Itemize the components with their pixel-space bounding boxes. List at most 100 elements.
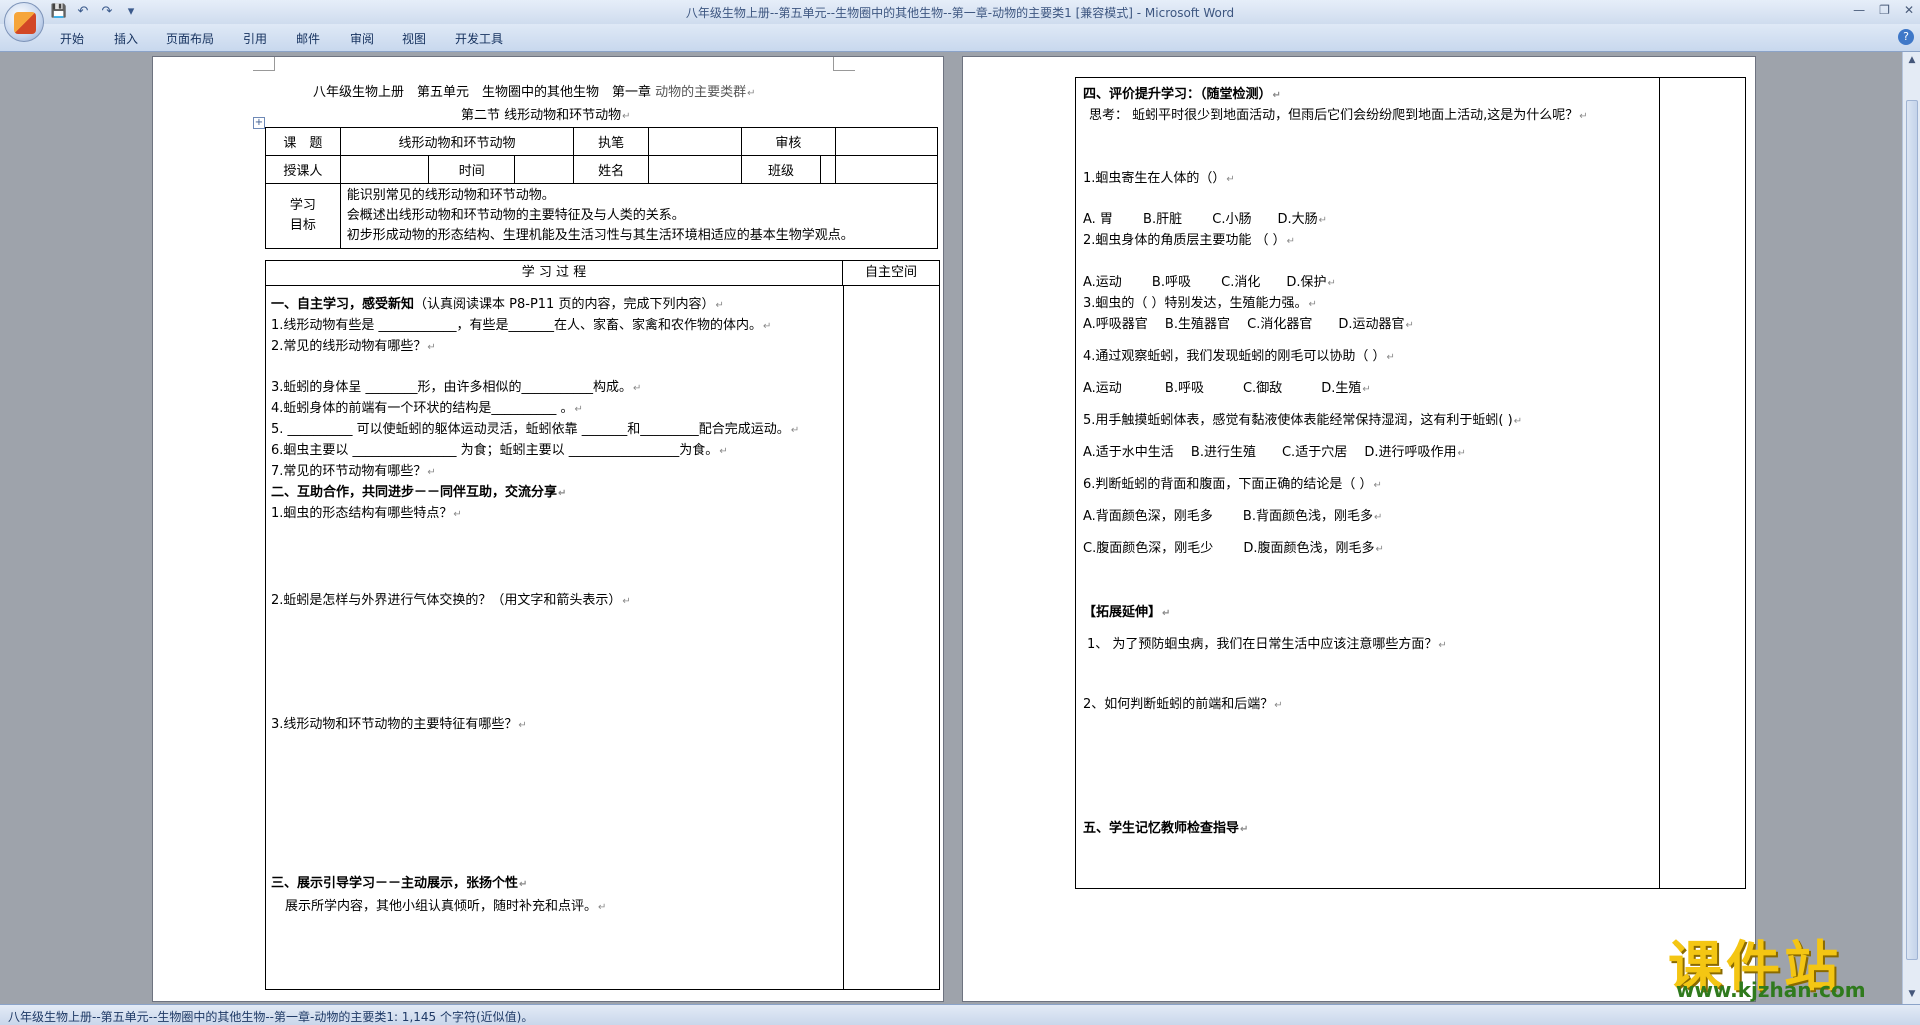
class-label: 班级 <box>740 155 822 184</box>
section5-heading: 五、学生记忆教师检查指导↵ <box>1083 821 1249 836</box>
question-line: 1.蛔虫的形态结构有哪些特点？↵ <box>271 506 462 521</box>
question-line: 7.常见的环节动物有哪些？↵ <box>271 464 436 479</box>
document-page-1: 八年级生物上册 第五单元 生物圈中的其他生物 第一章 动物的主要类群↵ 第二节 … <box>152 56 944 1002</box>
topic-value: 线形动物和环节动物 <box>339 127 575 156</box>
document-title: 八年级生物上册--第五单元--生物圈中的其他生物--第一章-动物的主要类1 [兼… <box>685 6 1145 20</box>
app-name: Microsoft Word <box>1144 6 1235 20</box>
paragraph-mark: ↵ <box>1373 480 1382 491</box>
section1-heading: 一、自主学习，感受新知（认真阅读课本 P8-P11 页的内容，完成下列内容）↵ <box>271 297 724 312</box>
time-value <box>514 155 575 184</box>
paragraph-mark: ↵ <box>1362 384 1371 395</box>
time-label: 时间 <box>428 155 516 184</box>
minimize-icon[interactable]: — <box>1853 3 1865 17</box>
tab-developer[interactable]: 开发工具 <box>455 30 503 47</box>
paragraph-mark: ↵ <box>1375 544 1384 555</box>
section2-heading: 二、互助合作，共同进步－－同伴互助，交流分享↵ <box>271 485 567 500</box>
paragraph-mark: ↵ <box>1272 90 1281 101</box>
tab-references[interactable]: 引用 <box>243 30 267 47</box>
goal-item: 能识别常见的线形动物和环节动物。 <box>346 188 555 203</box>
writer-label: 执笔 <box>573 127 649 156</box>
class-value-left <box>820 155 836 184</box>
paragraph-mark: ↵ <box>1405 320 1414 331</box>
status-text: 八年级生物上册--第五单元--生物圈中的其他生物--第一章-动物的主要类1: 1… <box>8 1010 534 1024</box>
help-icon[interactable]: ? <box>1898 29 1914 45</box>
mc-options: A. 胃 B.肝脏 C.小肠 D.大肠↵ <box>1083 212 1327 227</box>
mc-options: A.呼吸器官 B.生殖器官 C.消化器官 D.运动器官↵ <box>1083 317 1414 332</box>
close-icon[interactable]: ✕ <box>1904 3 1914 17</box>
tab-page-layout[interactable]: 页面布局 <box>166 30 214 47</box>
paragraph-mark: ↵ <box>719 446 728 457</box>
paragraph-mark: ↵ <box>519 879 528 890</box>
class-value <box>834 155 939 184</box>
column-divider <box>1659 78 1660 888</box>
extend-question: 2、如何判断蚯蚓的前端和后端？↵ <box>1083 697 1283 712</box>
window-controls: — ❐ ✕ <box>1853 3 1914 17</box>
topic-label: 课 题 <box>265 127 341 156</box>
watermark-url: www.kjzhan.com <box>1676 978 1866 1002</box>
mc-question: 4.通过观察蚯蚓，我们发现蚯蚓的刚毛可以协助（ ）↵ <box>1083 349 1395 364</box>
paragraph-mark: ↵ <box>622 596 631 607</box>
mc-options: A.运动 B.呼吸 C.御敌 D.生殖↵ <box>1083 381 1371 396</box>
paragraph-mark: ↵ <box>1438 640 1447 651</box>
doc-title: 八年级生物上册 第五单元 生物圈中的其他生物 第一章 动物的主要类群↵ <box>313 85 756 100</box>
paragraph-mark: ↵ <box>427 342 436 353</box>
review-label: 审核 <box>740 127 836 156</box>
extend-question: 1、 为了预防蛔虫病，我们在日常生活中应该注意哪些方面？↵ <box>1087 637 1447 652</box>
section4-heading: 四、评价提升学习：（随堂检测）↵ <box>1083 87 1281 102</box>
space-header: 自主空间 <box>843 261 939 286</box>
paragraph-mark: ↵ <box>1386 352 1395 363</box>
status-bar: 八年级生物上册--第五单元--生物圈中的其他生物--第一章-动物的主要类1: 1… <box>0 1004 1920 1025</box>
margin-corner-mark <box>253 57 275 71</box>
teacher-value <box>339 155 430 184</box>
goal-item: 会概述出线形动物和环节动物的主要特征及与人类的关系。 <box>346 208 685 223</box>
tab-view[interactable]: 视图 <box>402 30 426 47</box>
mc-question: 6.判断蚯蚓的背面和腹面，下面正确的结论是（ ）↵ <box>1083 477 1382 492</box>
mc-question: 2.蛔虫身体的角质层主要功能 （ ）↵ <box>1083 233 1296 248</box>
paragraph-mark: ↵ <box>1274 700 1283 711</box>
paragraph-mark: ↵ <box>715 300 724 311</box>
tab-review[interactable]: 审阅 <box>350 30 374 47</box>
mc-question: 5.用手触摸蚯蚓体表，感觉有黏液使体表能经常保持湿润，这有利于蚯蚓( )↵ <box>1083 413 1523 428</box>
paragraph-mark: ↵ <box>558 488 567 499</box>
paragraph-mark: ↵ <box>1457 448 1466 459</box>
question-line: 4.蚯蚓身体的前端有一个环状的结构是__________ 。↵ <box>271 401 583 416</box>
mc-options: A.适于水中生活 B.进行生殖 C.适于穴居 D.进行呼吸作用↵ <box>1083 445 1466 460</box>
paragraph-mark: ↵ <box>763 321 772 332</box>
tab-home[interactable]: 开始 <box>60 30 84 47</box>
paragraph-mark: ↵ <box>1318 215 1327 226</box>
question-line: 2.蚯蚓是怎样与外界进行气体交换的？（用文字和箭头表示）↵ <box>271 593 631 608</box>
scroll-up-icon[interactable]: ▲ <box>1906 54 1918 66</box>
section3-text: 展示所学内容，其他小组认真倾听，随时补充和点评。↵ <box>285 899 607 914</box>
mc-question: 3.蛔虫的（ ）特别发达，生殖能力强。↵ <box>1083 296 1317 311</box>
table-anchor-icon[interactable]: + <box>253 117 265 129</box>
scroll-down-icon[interactable]: ▼ <box>1906 988 1918 1000</box>
paragraph-mark: ↵ <box>574 404 583 415</box>
scroll-thumb[interactable] <box>1906 100 1918 960</box>
paragraph-mark: ↵ <box>1286 236 1296 247</box>
paragraph-mark: ↵ <box>1162 608 1171 619</box>
question-line: 3.线形动物和环节动物的主要特征有哪些？↵ <box>271 717 527 732</box>
paragraph-mark: ↵ <box>1579 111 1588 122</box>
paragraph-mark: ↵ <box>1240 824 1249 835</box>
title-bar: 💾 ↶ ↷ ▾ 八年级生物上册--第五单元--生物圈中的其他生物--第一章-动物… <box>0 0 1920 24</box>
mc-options: A.运动 B.呼吸 C.消化 D.保护↵ <box>1083 275 1336 290</box>
document-page-2: 四、评价提升学习：（随堂检测）↵ 思考： 蚯蚓平时很少到地面活动，但雨后它们会纷… <box>962 56 1756 1002</box>
teacher-label: 授课人 <box>265 155 341 184</box>
question-line: 3.蚯蚓的身体呈 ________形，由许多相似的___________构成。↵ <box>271 380 642 395</box>
document-workspace: 八年级生物上册 第五单元 生物圈中的其他生物 第一章 动物的主要类群↵ 第二节 … <box>0 52 1902 1004</box>
tab-insert[interactable]: 插入 <box>114 30 138 47</box>
maximize-icon[interactable]: ❐ <box>1879 3 1890 17</box>
goals-list: 能识别常见的线形动物和环节动物。 会概述出线形动物和环节动物的主要特征及与人类的… <box>339 183 939 249</box>
margin-corner-mark <box>833 57 855 71</box>
ribbon-tabs: 开始 插入 页面布局 引用 邮件 审阅 视图 开发工具 ? <box>0 24 1920 52</box>
tab-mailings[interactable]: 邮件 <box>296 30 320 47</box>
name-value <box>647 155 742 184</box>
vertical-scrollbar[interactable]: ▲ ▼ <box>1902 52 1920 1004</box>
section3-heading: 三、展示引导学习－－主动展示，张扬个性↵ <box>271 876 528 891</box>
paragraph-mark: ↵ <box>453 509 462 520</box>
window-title: 八年级生物上册--第五单元--生物圈中的其他生物--第一章-动物的主要类1 [兼… <box>0 4 1920 21</box>
paragraph-mark: ↵ <box>1373 512 1383 523</box>
office-button[interactable] <box>4 2 44 42</box>
site-watermark: 课件站 www.kjzhan.com <box>1668 922 1900 1004</box>
paragraph-mark: ↵ <box>633 383 642 394</box>
